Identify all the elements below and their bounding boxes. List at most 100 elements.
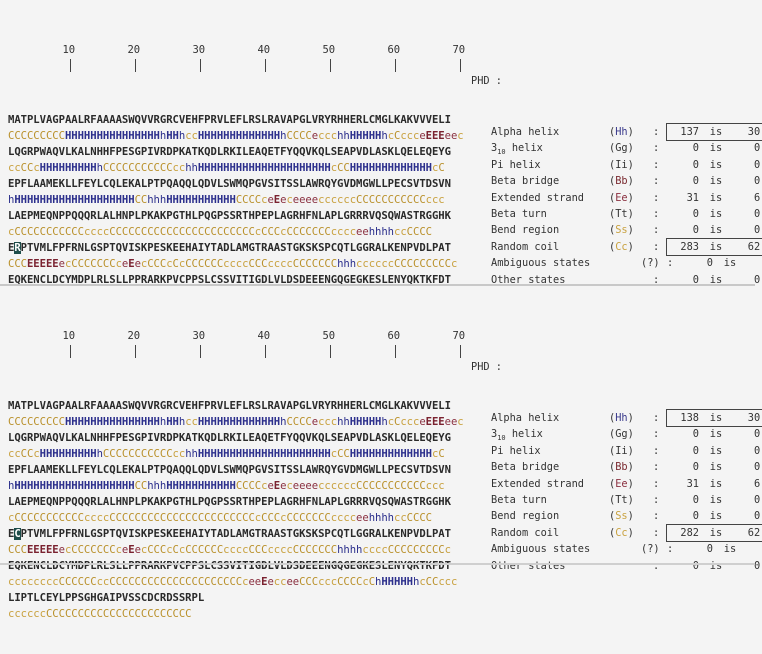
structure-run: ee [444, 416, 458, 428]
stat-code: (Ii) [609, 444, 634, 457]
structure-run: cc [8, 448, 21, 460]
structure-run: eeee [292, 480, 319, 492]
structure-run: cc [172, 162, 186, 174]
stat-code: (Ee) [609, 191, 634, 204]
structure-run: hh [185, 448, 198, 460]
structure-run: cccc [330, 512, 357, 524]
stat-row: Ambiguous states (?): 0 is 0.00% [471, 255, 762, 271]
stat-row: Beta bridge (Bb): 0 is 0.00% [471, 173, 762, 189]
stat-percent: 6.87% [754, 191, 762, 204]
sequence-line[interactable]: ERPTVMLFPFRNLGSPTQVISKPESKEEHAIYTADLAMGT… [8, 240, 464, 256]
stat-label: Beta bridge [491, 175, 560, 188]
stat-code-letters: Ii [615, 444, 628, 457]
structure-run: HHHHHHHHHHH [166, 194, 236, 206]
stat-colon: : [653, 126, 660, 139]
sequence-text: PTVMLFPFRNLGSPTQVISKPESKEEHAIYTADLAMGTRA… [20, 242, 451, 254]
stat-count: 0 [692, 444, 699, 457]
structure-run: HHHHHHHHHHHHH [197, 416, 281, 428]
ruler-tick [134, 59, 136, 72]
stat-code: (Ee) [609, 477, 634, 490]
sequence-line[interactable]: MATPLVAGPAALRFAAAASWQVVRGRCVEHFPRVLEFLRS… [8, 398, 464, 414]
stat-code: (?) [641, 257, 660, 270]
stat-row: Pi helix (Ii): 0 is 0.00% [471, 157, 762, 173]
sequence-line[interactable]: LAEPMEQNPPQQQRLALHNPLPKAKPGTHLPQGPSSRTHP… [8, 208, 464, 224]
stat-count: 282 [680, 526, 699, 539]
stat-percent: 62.53% [747, 526, 762, 539]
structure-line: cCCCCCCCCCCCccccCCCCCCCCCCCCCCCCCCCCCCCc… [8, 224, 464, 240]
stat-colon: : [653, 559, 660, 572]
stat-code-letters: Ee [615, 191, 628, 204]
structure-run: ccc [318, 130, 338, 142]
stat-colon: : [653, 412, 660, 425]
stat-count: 0 [692, 493, 699, 506]
position-ruler: 10 20 30 40 50 60 70 [8, 328, 466, 366]
structure-run: cccccc [8, 608, 46, 620]
ruler-label: 70 [452, 330, 466, 342]
stat-percent: 0.00% [754, 461, 762, 474]
sequence-line[interactable]: EQKENCLDCYMDPLRLSLLPPRARKPVCPPSLCSSVITIG… [8, 558, 464, 574]
structure-line: CCCCCCCCCHHHHHHHHHHHHHHHhHHhccHHHHHHHHHH… [8, 414, 464, 430]
structure-run: CCCCCCCCC [8, 130, 65, 142]
structure-run: CCCC [286, 130, 312, 142]
structure-run: cc [172, 448, 186, 460]
structure-run: CCCCCCCCCCCCCCCCCCCCCCC [45, 608, 192, 620]
stat-colon: : [653, 191, 660, 204]
sequence-structure-lines: MATPLVAGPAALRFAAAASWQVVRGRCVEHFPRVLEFLRS… [8, 398, 464, 622]
sequence-line[interactable]: EPFLAAMEKLLFEYLCQLEKALPTPQAQQLQDVLSWMQPG… [8, 462, 464, 478]
sequence-line[interactable]: LQGRPWAQVLKALNHHFPESGPIVRDPKATKQDLRKILEA… [8, 144, 464, 160]
structure-run: cc [185, 416, 198, 428]
structure-run: HHHHHHHHHHHHHHH [64, 130, 160, 142]
structure-run: hh [337, 416, 350, 428]
stat-code: (Bb) [609, 175, 634, 188]
structure-line: CCCEEEEEecCCCCCCCceEecCCCcCcCCCCCCccccCC… [8, 542, 464, 558]
sequence-line[interactable]: LAEPMEQNPPQQQRLALHNPLPKAKPGTHLPQGPSSRTHP… [8, 494, 464, 510]
ruler-label: 60 [387, 330, 401, 342]
stat-row: Pi helix (Ii): 0 is 0.00% [471, 443, 762, 459]
stat-count: 0 [706, 257, 713, 270]
stat-is: is [709, 559, 723, 572]
stats-title: PHD : [471, 74, 502, 87]
stat-count: 0 [692, 175, 699, 188]
structure-run: CCC [147, 544, 167, 556]
ruler-tick [69, 345, 71, 358]
structure-run: CCCCCCCCCCCCCCCCCCCCC [109, 576, 243, 588]
structure-run: cc [96, 576, 110, 588]
sequence-line[interactable]: MATPLVAGPAALRFAAAASWQVVRGRCVEHFPRVLEFLRS… [8, 112, 464, 128]
stat-percent: 0.00% [754, 510, 762, 523]
stat-count: 0 [692, 158, 699, 171]
structure-run: CCC [248, 544, 268, 556]
stat-is: is [723, 257, 737, 270]
stat-colon: : [653, 493, 660, 506]
sequence-line[interactable]: ECPTVMLFPFRNLGSPTQVISKPESKEEHAIYTADLAMGT… [8, 526, 464, 542]
prediction-panel-mutant: 10 20 30 40 50 60 70 MATPLVAGPAALRFAAAASWQVVRG… [0, 284, 762, 620]
sequence-line[interactable]: LQGRPWAQVLKALNHHFPESGPIVRDPKATKQDLRKILEA… [8, 430, 464, 446]
stat-label-text: helix [505, 428, 543, 441]
structure-run: CCCCCCCCCCC [14, 512, 84, 524]
sequence-line[interactable]: LIPTLCEYLPPSGHGAIPVSSCDCRDSSRPL [8, 590, 464, 606]
stat-is: is [709, 428, 723, 441]
stat-count: 283 [680, 240, 699, 253]
structure-run: CCCCCCC [292, 258, 338, 270]
stat-percent: 0.00% [754, 175, 762, 188]
stat-colon: : [653, 526, 660, 539]
structure-run: ccc [425, 194, 445, 206]
ruler-label: 30 [192, 44, 206, 56]
structure-run: HHHHHHHHH [39, 162, 97, 174]
stat-colon: : [653, 224, 660, 237]
structure-run: ee [286, 576, 300, 588]
stat-value: 0 is 0.00% [667, 206, 762, 222]
sequence-line[interactable]: EPFLAAMEKLLFEYLCQLEKALPTPQAQQLQDVLSWMQPG… [8, 176, 464, 192]
structure-run: EEEEE [26, 544, 59, 556]
structure-line: CCCEEEEEecCCCCCCCceEecCCCcCcCCCCCCccccCC… [8, 256, 464, 272]
ruler-tick [134, 345, 136, 358]
structure-run: C [438, 162, 445, 174]
structure-run: CCCCCCCCCCCCCCCCCCCCCCC [109, 226, 255, 238]
stat-value-boxed: 138 is 30.60% [666, 409, 762, 428]
stat-count: 0 [692, 510, 699, 523]
structure-run: CCCCCCCCCCC [102, 162, 173, 174]
stat-value: 0 is 0.00% [681, 541, 762, 557]
structure-run: cccc [83, 512, 110, 524]
ruler-tick [459, 59, 461, 72]
stat-colon: : [653, 158, 660, 171]
stat-label: Extended strand [491, 191, 584, 204]
